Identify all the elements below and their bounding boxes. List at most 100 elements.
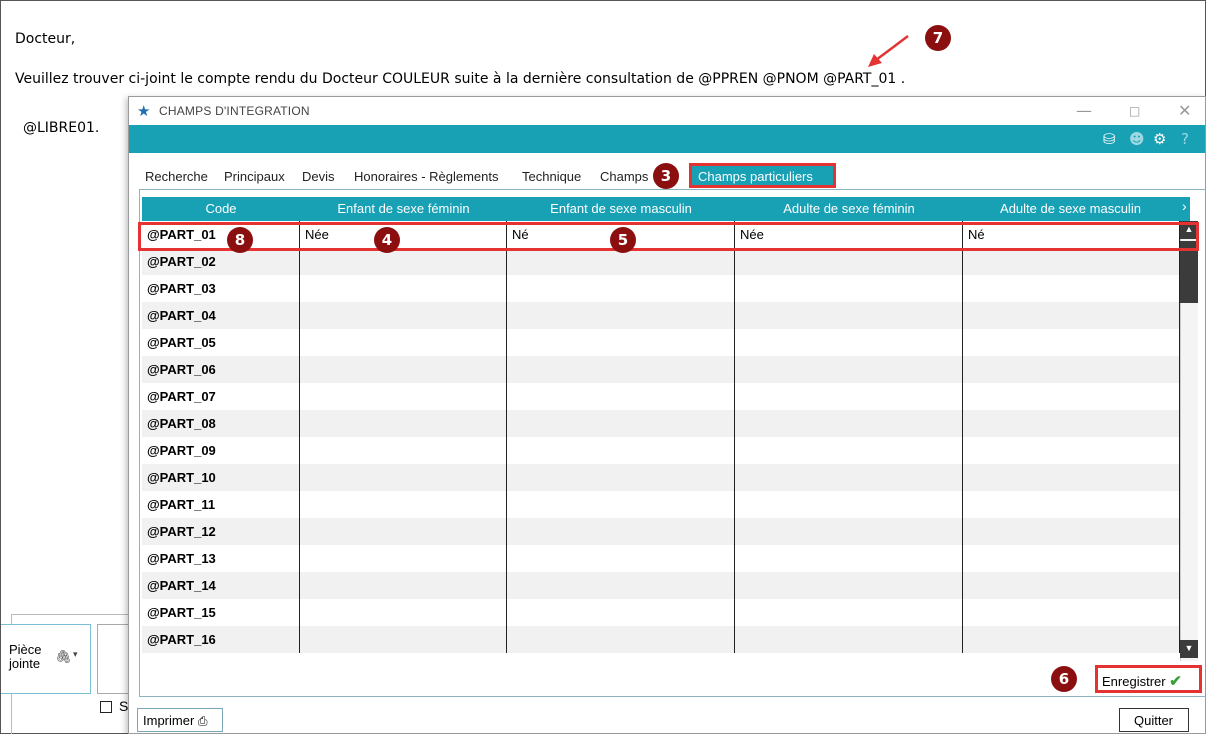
table-cell[interactable] bbox=[300, 383, 507, 410]
table-cell[interactable] bbox=[507, 599, 735, 626]
table-cell[interactable] bbox=[507, 410, 735, 437]
table-cell[interactable] bbox=[963, 248, 1180, 275]
tab-champs-particuliers[interactable]: Champs particuliers bbox=[689, 163, 836, 188]
table-cell[interactable] bbox=[300, 572, 507, 599]
table-cell[interactable] bbox=[507, 545, 735, 572]
save-button[interactable]: Enregistrer ✔ bbox=[1095, 665, 1202, 693]
table-cell[interactable] bbox=[735, 275, 963, 302]
table-cell[interactable] bbox=[735, 491, 963, 518]
tab-honoraires[interactable]: Honoraires - Règlements bbox=[354, 169, 499, 184]
close-icon[interactable]: ✕ bbox=[1178, 101, 1191, 120]
table-cell[interactable] bbox=[735, 599, 963, 626]
column-header-man[interactable]: Adulte de sexe masculin bbox=[963, 201, 1178, 216]
table-row[interactable]: @PART_06 bbox=[142, 356, 1180, 383]
quit-button[interactable]: Quitter bbox=[1119, 708, 1189, 732]
table-cell[interactable] bbox=[963, 626, 1180, 653]
table-row[interactable]: @PART_01 Née Né Née Né bbox=[142, 221, 1180, 248]
table-cell[interactable] bbox=[507, 518, 735, 545]
table-row[interactable]: @PART_11 bbox=[142, 491, 1180, 518]
maximize-icon[interactable]: □ bbox=[1129, 104, 1140, 118]
table-cell[interactable] bbox=[735, 572, 963, 599]
table-cell[interactable] bbox=[300, 410, 507, 437]
column-header-girl[interactable]: Enfant de sexe féminin bbox=[300, 201, 507, 216]
table-row[interactable]: @PART_08 bbox=[142, 410, 1180, 437]
table-row[interactable]: @PART_14 bbox=[142, 572, 1180, 599]
table-cell[interactable] bbox=[735, 545, 963, 572]
table-cell[interactable] bbox=[300, 626, 507, 653]
table-cell[interactable] bbox=[507, 464, 735, 491]
table-row[interactable]: @PART_03 bbox=[142, 275, 1180, 302]
minimize-icon[interactable]: — bbox=[1076, 101, 1092, 120]
table-cell[interactable]: Né bbox=[963, 221, 1180, 248]
table-cell[interactable] bbox=[963, 572, 1180, 599]
column-header-boy[interactable]: Enfant de sexe masculin bbox=[507, 201, 735, 216]
user-tools-icon[interactable]: ⛁ bbox=[1103, 130, 1116, 148]
table-cell[interactable] bbox=[963, 329, 1180, 356]
table-cell[interactable] bbox=[963, 437, 1180, 464]
column-header-woman[interactable]: Adulte de sexe féminin bbox=[735, 201, 963, 216]
table-cell[interactable] bbox=[300, 491, 507, 518]
scrollbar-thumb[interactable] bbox=[1180, 241, 1198, 303]
table-row[interactable]: @PART_05 bbox=[142, 329, 1180, 356]
table-row[interactable]: @PART_04 bbox=[142, 302, 1180, 329]
tab-recherche[interactable]: Recherche bbox=[145, 169, 208, 184]
table-cell[interactable] bbox=[963, 464, 1180, 491]
table-cell[interactable] bbox=[735, 410, 963, 437]
table-cell[interactable] bbox=[300, 545, 507, 572]
table-cell[interactable] bbox=[300, 302, 507, 329]
user-icon[interactable]: ☻ bbox=[1129, 130, 1145, 148]
table-cell[interactable] bbox=[963, 545, 1180, 572]
table-cell[interactable] bbox=[963, 599, 1180, 626]
table-cell[interactable] bbox=[300, 464, 507, 491]
table-cell[interactable] bbox=[735, 437, 963, 464]
chevron-right-icon[interactable]: › bbox=[1182, 198, 1187, 214]
table-cell[interactable] bbox=[300, 329, 507, 356]
table-cell[interactable]: Née bbox=[735, 221, 963, 248]
table-cell[interactable] bbox=[735, 302, 963, 329]
table-row[interactable]: @PART_13 bbox=[142, 545, 1180, 572]
tab-champs[interactable]: Champs bbox=[600, 169, 648, 184]
table-cell[interactable] bbox=[300, 518, 507, 545]
table-cell[interactable] bbox=[735, 248, 963, 275]
settings-icon[interactable]: ⚙ bbox=[1153, 130, 1166, 148]
scroll-up-icon[interactable]: ▲ bbox=[1180, 221, 1198, 239]
tab-technique[interactable]: Technique bbox=[522, 169, 581, 184]
table-cell[interactable] bbox=[507, 329, 735, 356]
table-cell[interactable]: Née bbox=[300, 221, 507, 248]
table-cell[interactable] bbox=[963, 410, 1180, 437]
attachment-button[interactable]: Pièce jointe 🖇︎ ▾ bbox=[1, 624, 91, 694]
table-cell[interactable] bbox=[507, 437, 735, 464]
table-row[interactable]: @PART_02 bbox=[142, 248, 1180, 275]
table-cell[interactable] bbox=[735, 518, 963, 545]
tab-principaux[interactable]: Principaux bbox=[224, 169, 285, 184]
table-cell[interactable] bbox=[300, 275, 507, 302]
print-button[interactable]: Imprimer ⎙ bbox=[137, 708, 223, 732]
table-cell[interactable] bbox=[735, 383, 963, 410]
table-cell[interactable] bbox=[507, 491, 735, 518]
table-cell[interactable] bbox=[507, 302, 735, 329]
table-cell[interactable] bbox=[963, 275, 1180, 302]
table-cell[interactable] bbox=[735, 626, 963, 653]
table-cell[interactable] bbox=[735, 464, 963, 491]
table-row[interactable]: @PART_10 bbox=[142, 464, 1180, 491]
table-cell[interactable] bbox=[507, 383, 735, 410]
table-cell[interactable] bbox=[735, 356, 963, 383]
table-cell[interactable] bbox=[300, 248, 507, 275]
table-cell[interactable] bbox=[507, 572, 735, 599]
table-row[interactable]: @PART_09 bbox=[142, 437, 1180, 464]
option-checkbox[interactable] bbox=[100, 701, 112, 713]
table-cell[interactable] bbox=[300, 356, 507, 383]
table-cell[interactable] bbox=[963, 302, 1180, 329]
table-cell[interactable] bbox=[507, 626, 735, 653]
dialog-titlebar[interactable]: ★ CHAMPS D'INTEGRATION — □ ✕ bbox=[129, 97, 1205, 125]
table-cell[interactable] bbox=[963, 383, 1180, 410]
table-cell[interactable] bbox=[963, 518, 1180, 545]
table-cell[interactable] bbox=[963, 491, 1180, 518]
table-row[interactable]: @PART_16 bbox=[142, 626, 1180, 653]
table-cell[interactable] bbox=[300, 599, 507, 626]
help-icon[interactable]: ? bbox=[1181, 130, 1189, 148]
table-cell[interactable] bbox=[963, 356, 1180, 383]
table-cell[interactable] bbox=[735, 329, 963, 356]
scroll-down-icon[interactable]: ▼ bbox=[1180, 640, 1198, 658]
table-cell[interactable] bbox=[507, 275, 735, 302]
